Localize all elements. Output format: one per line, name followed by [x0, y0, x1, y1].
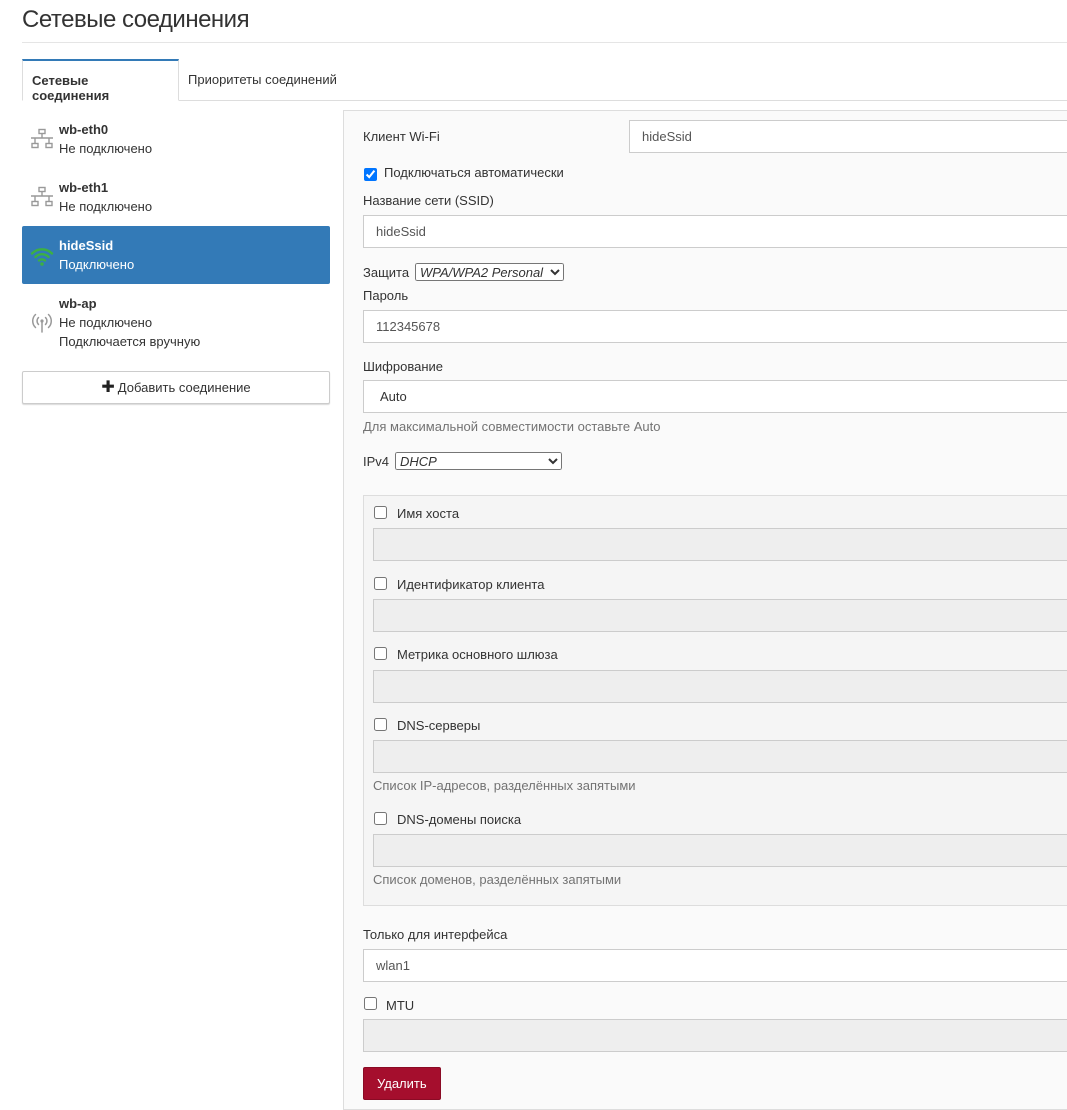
connection-item-wb-ap[interactable]: wb-ap Не подключено Подключается вручную: [22, 284, 330, 361]
mtu-label: MTU: [386, 998, 415, 1013]
connection-name: wb-eth1: [59, 180, 109, 195]
dns-servers-input[interactable]: [373, 740, 1067, 773]
connection-list: wb-eth0 Не подключено wb-eth1 Не подключ…: [22, 110, 330, 404]
client-id-label: Идентификатор клиента: [397, 577, 545, 592]
connection-mode: Подключается вручную: [59, 334, 201, 349]
ethernet-icon: [31, 128, 53, 149]
security-label: Защита: [363, 265, 410, 280]
gateway-metric-checkbox[interactable]: [374, 647, 387, 660]
connection-settings-panel: Клиент Wi-Fi hideSsid Подключаться автом…: [343, 110, 1067, 1110]
tab-connection-priorities[interactable]: Приоритеты соединений: [179, 59, 346, 101]
title-divider: [22, 42, 1067, 43]
security-select[interactable]: WPA/WPA2 Personal: [415, 263, 564, 281]
access-point-icon: [31, 313, 53, 333]
connection-name: hideSsid: [59, 238, 114, 253]
page-title: Сетевые соединения: [22, 6, 250, 33]
interface-label: Только для интерфейса: [363, 927, 508, 942]
password-input[interactable]: 112345678: [363, 310, 1067, 343]
encryption-help: Для максимальной совместимости оставьте …: [363, 419, 661, 434]
ipv4-label: IPv4: [363, 454, 390, 469]
autoconnect-label: Подключаться автоматически: [384, 165, 564, 180]
wifi-icon: [30, 248, 54, 266]
gateway-metric-input[interactable]: [373, 670, 1067, 703]
gateway-metric-label: Метрика основного шлюза: [397, 647, 558, 662]
mtu-checkbox[interactable]: [364, 997, 377, 1010]
add-connection-label: Добавить соединение: [117, 380, 251, 395]
connection-name: wb-ap: [59, 296, 97, 311]
connection-status: Не подключено: [59, 199, 153, 214]
connection-name-input[interactable]: hideSsid: [629, 120, 1067, 153]
dns-servers-checkbox[interactable]: [374, 718, 387, 731]
encryption-label: Шифрование: [363, 359, 443, 374]
connection-status: Не подключено: [59, 315, 153, 330]
password-label: Пароль: [363, 288, 409, 303]
add-connection-button[interactable]: ✚ Добавить соединение: [22, 371, 330, 404]
connection-item-wb-eth1[interactable]: wb-eth1 Не подключено: [22, 168, 330, 226]
dns-servers-label: DNS-серверы: [397, 718, 481, 733]
encryption-select[interactable]: Auto: [363, 380, 1067, 413]
connection-item-wb-eth0[interactable]: wb-eth0 Не подключено: [22, 110, 330, 168]
interface-input[interactable]: wlan1: [363, 949, 1067, 982]
client-id-input[interactable]: [373, 599, 1067, 632]
connection-status: Не подключено: [59, 141, 153, 156]
dns-search-checkbox[interactable]: [374, 812, 387, 825]
ssid-label: Название сети (SSID): [363, 193, 494, 208]
dns-search-label: DNS-домены поиска: [397, 812, 522, 827]
ipv4-select[interactable]: DHCP: [395, 452, 562, 470]
plus-icon: ✚: [101, 379, 115, 396]
dhcp-options-panel: Имя хоста Идентификатор клиента Метрика …: [363, 495, 1067, 906]
connection-status: Подключено: [59, 257, 135, 272]
hostname-checkbox[interactable]: [374, 506, 387, 519]
hostname-input[interactable]: [373, 528, 1067, 561]
dns-search-input[interactable]: [373, 834, 1067, 867]
mtu-input[interactable]: [363, 1019, 1067, 1052]
ssid-input[interactable]: hideSsid: [363, 215, 1067, 248]
autoconnect-checkbox[interactable]: [364, 168, 377, 181]
delete-button[interactable]: Удалить: [363, 1067, 441, 1100]
dns-servers-help: Список IP-адресов, разделённых запятыми: [373, 778, 636, 793]
ethernet-icon: [31, 186, 53, 207]
connection-type-label: Клиент Wi-Fi: [363, 129, 440, 144]
tab-network-connections[interactable]: Сетевые соединения: [22, 59, 179, 103]
tab-bar: Сетевые соединения Приоритеты соединений: [22, 59, 1067, 103]
connection-item-hidessid[interactable]: hideSsid Подключено: [22, 226, 330, 284]
hostname-label: Имя хоста: [397, 506, 460, 521]
connection-name: wb-eth0: [59, 122, 109, 137]
dns-search-help: Список доменов, разделённых запятыми: [373, 872, 622, 887]
client-id-checkbox[interactable]: [374, 577, 387, 590]
